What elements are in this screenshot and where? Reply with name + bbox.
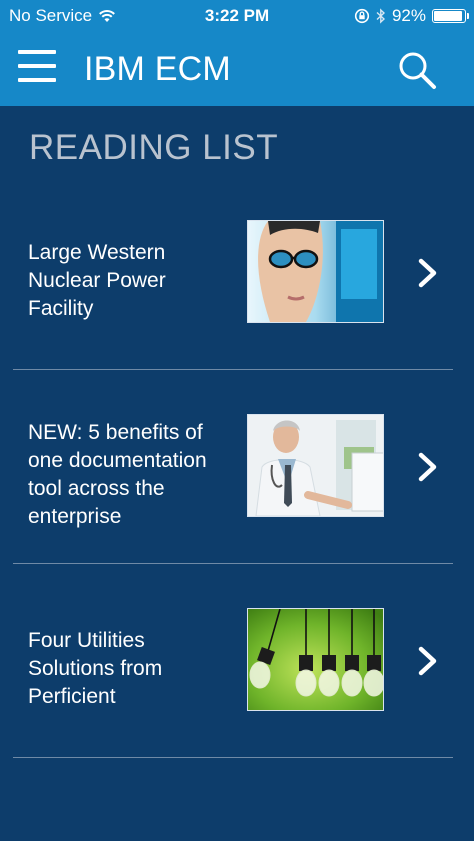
doctor-at-computer-image (248, 415, 383, 516)
thumbnail-image (247, 220, 384, 323)
divider (13, 563, 453, 564)
status-right: 92% (354, 6, 469, 26)
divider (13, 369, 453, 370)
list-item-title: Large Western Nuclear Power Facility (28, 241, 166, 320)
thumbnail-image (247, 608, 384, 711)
search-icon[interactable] (396, 50, 438, 92)
reading-list: Large Western Nuclear Power Facility NEW… (0, 192, 474, 774)
list-item[interactable]: Four Utilities Solutions from Perficient (0, 580, 474, 774)
divider (13, 757, 453, 758)
nav-bar: IBM ECM (0, 32, 474, 106)
battery-fill (434, 11, 462, 21)
status-bar: No Service 3:22 PM 92% (0, 0, 474, 32)
chevron-right-icon (418, 452, 437, 482)
list-item-title: NEW: 5 benefits of one documentation too… (28, 421, 207, 528)
hanging-light-bulbs-image (248, 609, 383, 710)
list-item[interactable]: NEW: 5 benefits of one documentation too… (0, 386, 474, 580)
app-title: IBM ECM (84, 50, 231, 88)
chevron-right-icon (418, 646, 437, 676)
thumbnail-image (247, 414, 384, 517)
app-header: No Service 3:22 PM 92% IBM ECM (0, 0, 474, 106)
hamburger-menu-icon (18, 50, 56, 54)
menu-button[interactable] (18, 50, 58, 86)
battery-percent: 92% (391, 6, 426, 25)
list-item[interactable]: Large Western Nuclear Power Facility (0, 192, 474, 386)
list-item-title: Four Utilities Solutions from Perficient (28, 629, 163, 708)
battery-icon (432, 9, 469, 23)
orientation-lock-icon (354, 8, 370, 24)
chevron-right-icon (418, 258, 437, 288)
section-title: READING LIST (29, 128, 279, 167)
bluetooth-icon (376, 8, 385, 24)
woman-with-glasses-at-monitor-image (248, 221, 383, 322)
